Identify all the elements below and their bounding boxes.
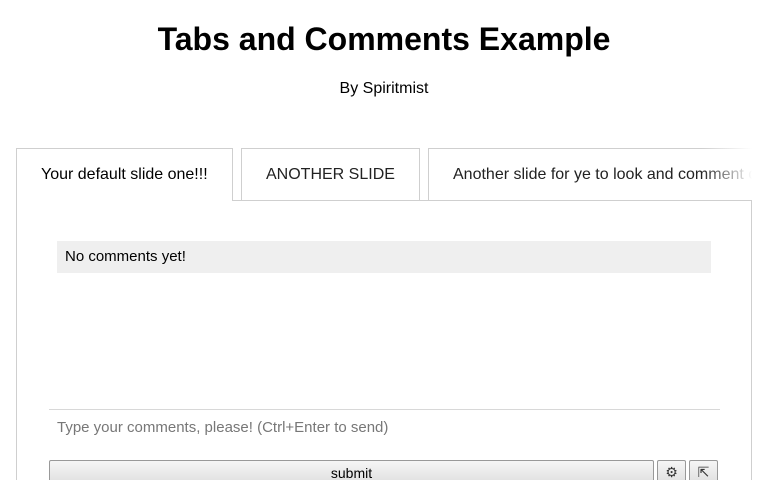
tab-another-slide[interactable]: ANOTHER SLIDE: [241, 148, 420, 200]
tab-bar: Your default slide one!!! ANOTHER SLIDE …: [16, 148, 752, 201]
page-title: Tabs and Comments Example: [157, 21, 611, 57]
comment-input[interactable]: [49, 409, 720, 445]
page: Tabs and Comments Example By Spiritmist …: [0, 0, 768, 480]
tab-default-slide[interactable]: Your default slide one!!!: [16, 148, 233, 201]
gear-icon[interactable]: ⚙: [657, 460, 686, 480]
author-byline: By Spiritmist: [339, 80, 429, 97]
tab-comment-slide[interactable]: Another slide for ye to look and comment…: [428, 148, 752, 200]
tab-panel: No comments yet! submit ⚙ ⇱: [16, 200, 752, 480]
expand-corner-icon[interactable]: ⇱: [689, 460, 718, 480]
comments-empty-message: No comments yet!: [57, 241, 711, 273]
submit-button[interactable]: submit: [49, 460, 654, 480]
